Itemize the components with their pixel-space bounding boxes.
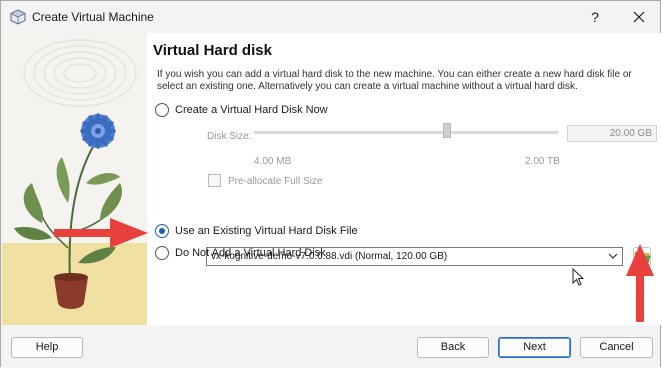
create-vm-dialog: Create Virtual Machine ? Virtual Hard di… bbox=[0, 0, 661, 368]
back-button[interactable]: Back bbox=[417, 337, 489, 358]
virtualbox-icon bbox=[10, 9, 26, 25]
disk-size-slider-track[interactable] bbox=[254, 131, 558, 134]
chevron-down-icon bbox=[608, 253, 618, 259]
create-new-disk-label[interactable]: Create a Virtual Hard Disk Now bbox=[175, 104, 328, 116]
wizard-page: Virtual Hard disk If you wish you can ad… bbox=[147, 33, 661, 325]
next-button[interactable]: Next bbox=[498, 337, 571, 358]
disk-size-slider-handle[interactable] bbox=[443, 123, 451, 138]
disk-size-max-label: 2.00 TB bbox=[525, 156, 560, 167]
use-existing-disk-label[interactable]: Use an Existing Virtual Hard Disk File bbox=[175, 225, 358, 237]
preallocate-checkbox[interactable] bbox=[208, 174, 221, 187]
page-title: Virtual Hard disk bbox=[153, 42, 272, 59]
no-disk-radio[interactable] bbox=[155, 246, 169, 260]
disk-size-field[interactable]: 20.00 GB bbox=[567, 125, 657, 142]
wizard-illustration bbox=[2, 33, 147, 325]
disk-size-label: Disk Size: bbox=[207, 131, 252, 142]
window-title: Create Virtual Machine bbox=[32, 10, 154, 24]
create-new-disk-radio[interactable] bbox=[155, 103, 169, 117]
cancel-button[interactable]: Cancel bbox=[580, 337, 653, 358]
close-icon[interactable] bbox=[628, 6, 650, 28]
use-existing-disk-radio[interactable] bbox=[155, 224, 169, 238]
disk-size-min-label: 4.00 MB bbox=[254, 156, 292, 167]
title-bar: Create Virtual Machine ? bbox=[1, 1, 660, 33]
help-button[interactable]: Help bbox=[11, 337, 83, 358]
help-icon[interactable]: ? bbox=[584, 6, 606, 28]
preallocate-label[interactable]: Pre-allocate Full Size bbox=[228, 176, 322, 187]
page-description: If you wish you can add a virtual hard d… bbox=[157, 69, 632, 92]
no-disk-label[interactable]: Do Not Add a Virtual Hard Disk bbox=[175, 247, 326, 259]
plant-illustration bbox=[2, 33, 147, 325]
choose-disk-folder-icon[interactable] bbox=[633, 247, 651, 266]
